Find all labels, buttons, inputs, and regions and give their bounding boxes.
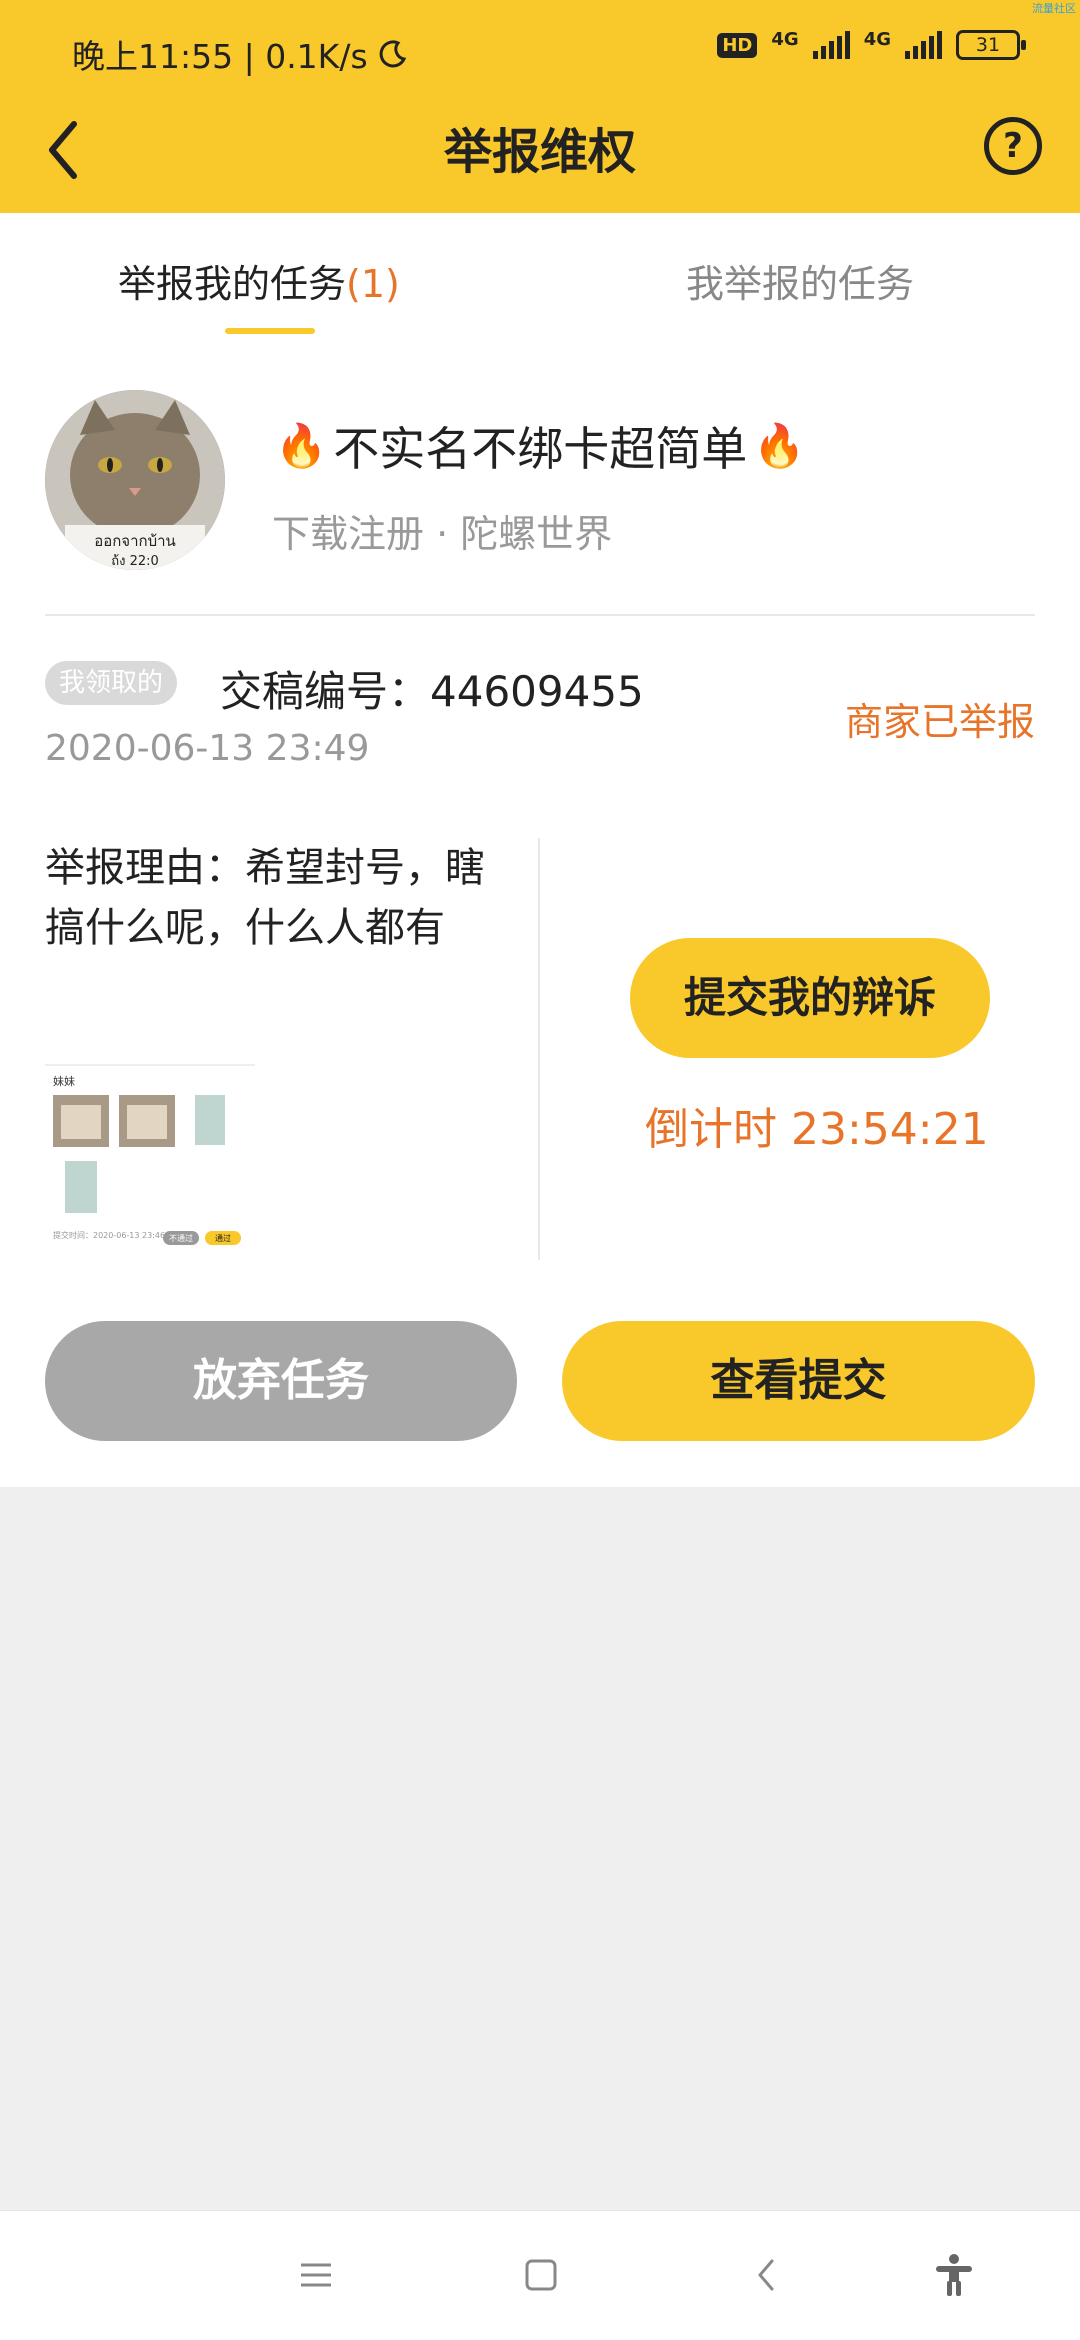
hd-badge: HD	[717, 32, 758, 58]
page-title: 举报维权	[443, 124, 636, 180]
screenshot-submit-time: 提交时间：2020-06-13 23:46	[53, 1230, 165, 1240]
submission-number: 交稿编号：44609455	[220, 667, 644, 716]
screenshot-image: 妹妹 提交时间：2020-06-13 23:46 不通过 通过	[45, 1053, 255, 1258]
signal-icon	[812, 31, 850, 59]
back-icon	[758, 2259, 774, 2291]
countdown: 倒计时 23:54:21	[645, 1104, 989, 1155]
status-time-speed: 晚上11:55 | 0.1K/s	[72, 37, 368, 76]
tab-label: 举报我的任务	[118, 262, 347, 306]
avatar-image: ออกจากบ้าน ถ้ง 22:0	[45, 390, 225, 570]
network-label-2: 4G	[863, 28, 891, 50]
submission-time: 2020-06-13 23:49	[45, 728, 370, 769]
tab-indicator	[225, 328, 315, 334]
report-reason: 举报理由：希望封号，瞎搞什么呢，什么人都有	[45, 845, 485, 951]
system-nav-bar	[0, 2210, 1080, 2340]
avatar[interactable]: ออกจากบ้าน ถ้ง 22:0	[45, 390, 225, 570]
battery-icon: 31	[956, 30, 1026, 60]
divider	[45, 614, 1035, 616]
corner-watermark: 流量社区	[1032, 2, 1076, 15]
status-bar-left: 晚上11:55 | 0.1K/s	[72, 30, 408, 78]
help-icon: ?	[1003, 126, 1023, 166]
view-submission-button[interactable]: 查看提交	[562, 1321, 1035, 1441]
home-square-icon	[525, 2259, 557, 2291]
screenshot-tag-reject: 不通过	[169, 1233, 193, 1243]
menu-icon	[301, 2263, 331, 2287]
evidence-screenshot[interactable]: 妹妹 提交时间：2020-06-13 23:46 不通过 通过	[45, 1053, 255, 1258]
tab-label: 我举报的任务	[686, 262, 915, 306]
tab-count: (1)	[346, 262, 400, 306]
give-up-button[interactable]: 放弃任务	[45, 1321, 517, 1441]
status-label: 商家已举报	[844, 700, 1035, 744]
tab-my-reports[interactable]: 我举报的任务	[686, 253, 914, 308]
network-label-1: 4G	[771, 28, 799, 50]
avatar-caption-1: ออกจากบ้าน	[94, 532, 176, 550]
menu-button[interactable]	[286, 2245, 346, 2305]
task-title-text: 不实名不绑卡超简单	[333, 422, 748, 476]
accessibility-icon	[936, 2254, 972, 2296]
moon-icon	[379, 40, 406, 68]
submit-appeal-button[interactable]: 提交我的辩诉	[630, 938, 990, 1058]
fire-icon: 🔥	[753, 421, 806, 470]
tab-reported-me[interactable]: 举报我的任务(1)	[118, 253, 400, 308]
signal-icon-2	[905, 31, 942, 59]
main-content: 举报我的任务(1) 我举报的任务 ออกจากบ้าน ถ้ง 22:0 🔥 不…	[0, 213, 1080, 1487]
help-button[interactable]: ?	[984, 117, 1042, 175]
status-bar-right: HD 4G 4G 31	[717, 28, 1026, 60]
system-back-button[interactable]	[736, 2245, 796, 2305]
top-bar: 晚上11:55 | 0.1K/s HD 4G 4G 31 流量社区 举报维权 ?	[0, 0, 1080, 213]
task-meta: 下载注册 · 陀螺世界	[272, 512, 613, 556]
screenshot-tag-pass: 通过	[215, 1233, 231, 1243]
screenshot-name: 妹妹	[53, 1075, 75, 1088]
accessibility-button[interactable]	[924, 2245, 984, 2305]
vertical-divider	[538, 838, 540, 1260]
task-title: 🔥 不实名不绑卡超简单 🔥	[275, 413, 806, 479]
fire-icon: 🔥	[275, 421, 328, 470]
home-button[interactable]	[511, 2245, 571, 2305]
claim-tag: 我领取的	[45, 661, 178, 705]
avatar-caption-2: ถ้ง 22:0	[111, 554, 159, 569]
